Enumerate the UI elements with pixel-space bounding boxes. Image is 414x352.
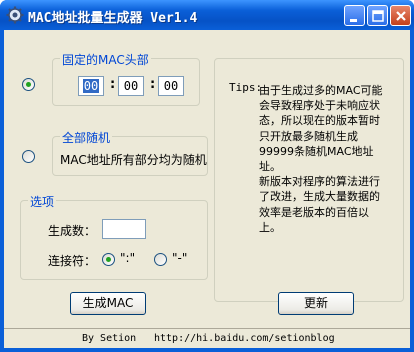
mac-octet-2-input[interactable]: 00 (118, 76, 144, 96)
tips-label: Tips: (229, 81, 263, 94)
connector-label: 连接符： (48, 254, 97, 268)
mac-octet-1-input[interactable]: 00 (78, 76, 104, 96)
status-bar: By Setion http://hi.baidu.com/setionblog (4, 328, 410, 348)
maximize-icon (372, 10, 384, 22)
author-credit: By Setion (82, 333, 137, 344)
tips-paragraph: 由于生成过多的MAC可能会导致程序处于未响应状态，所以现在的版本暂时只开放最多随… (259, 84, 383, 174)
update-button[interactable]: 更新 (278, 292, 354, 315)
count-input[interactable] (102, 219, 146, 239)
connector-colon-radio[interactable] (102, 253, 115, 266)
octet-separator: : (150, 77, 156, 92)
minimize-icon (350, 19, 357, 22)
app-window: MAC地址批量生成器 Ver1.4 固定的MAC头部 00 : 00 : 00 … (0, 0, 414, 352)
options-title: 选项 (28, 193, 57, 210)
author-url: http://hi.baidu.com/setionblog (154, 333, 335, 344)
count-label: 生成数： (48, 224, 97, 238)
mac-octet-3-input[interactable]: 00 (158, 76, 184, 96)
close-button[interactable] (390, 5, 411, 26)
minimize-button[interactable] (344, 5, 365, 26)
octet-separator: : (110, 77, 116, 92)
connector-dash-radio[interactable] (154, 253, 167, 266)
fixed-header-radio[interactable] (22, 78, 35, 91)
generate-mac-button[interactable]: 生成MAC (70, 292, 146, 315)
all-random-radio[interactable] (22, 150, 35, 163)
client-area: 固定的MAC头部 00 : 00 : 00 全部随机 MAC地址所有部分均为随机… (4, 30, 410, 348)
connector-dash-label: "-" (172, 251, 188, 265)
tips-text: 由于生成过多的MAC可能会导致程序处于未响应状态，所以现在的版本暂时只开放最多随… (259, 83, 387, 235)
tips-paragraph: 新版本对程序的算法进行了改进，生成大量数据的效率是老版本的百倍以上。 (259, 175, 380, 234)
all-random-description: MAC地址所有部分均为随机 (60, 153, 207, 167)
maximize-button[interactable] (367, 5, 388, 26)
fixed-header-title: 固定的MAC头部 (60, 51, 151, 68)
tips-panel: Tips: 由于生成过多的MAC可能会导致程序处于未响应状态，所以现在的版本暂时… (214, 58, 404, 302)
window-title: MAC地址批量生成器 Ver1.4 (28, 11, 198, 26)
connector-colon-label: ":" (120, 251, 136, 265)
title-bar[interactable]: MAC地址批量生成器 Ver1.4 (0, 0, 414, 30)
gear-icon (6, 6, 24, 24)
all-random-title: 全部随机 (60, 129, 113, 146)
close-icon (396, 11, 406, 21)
